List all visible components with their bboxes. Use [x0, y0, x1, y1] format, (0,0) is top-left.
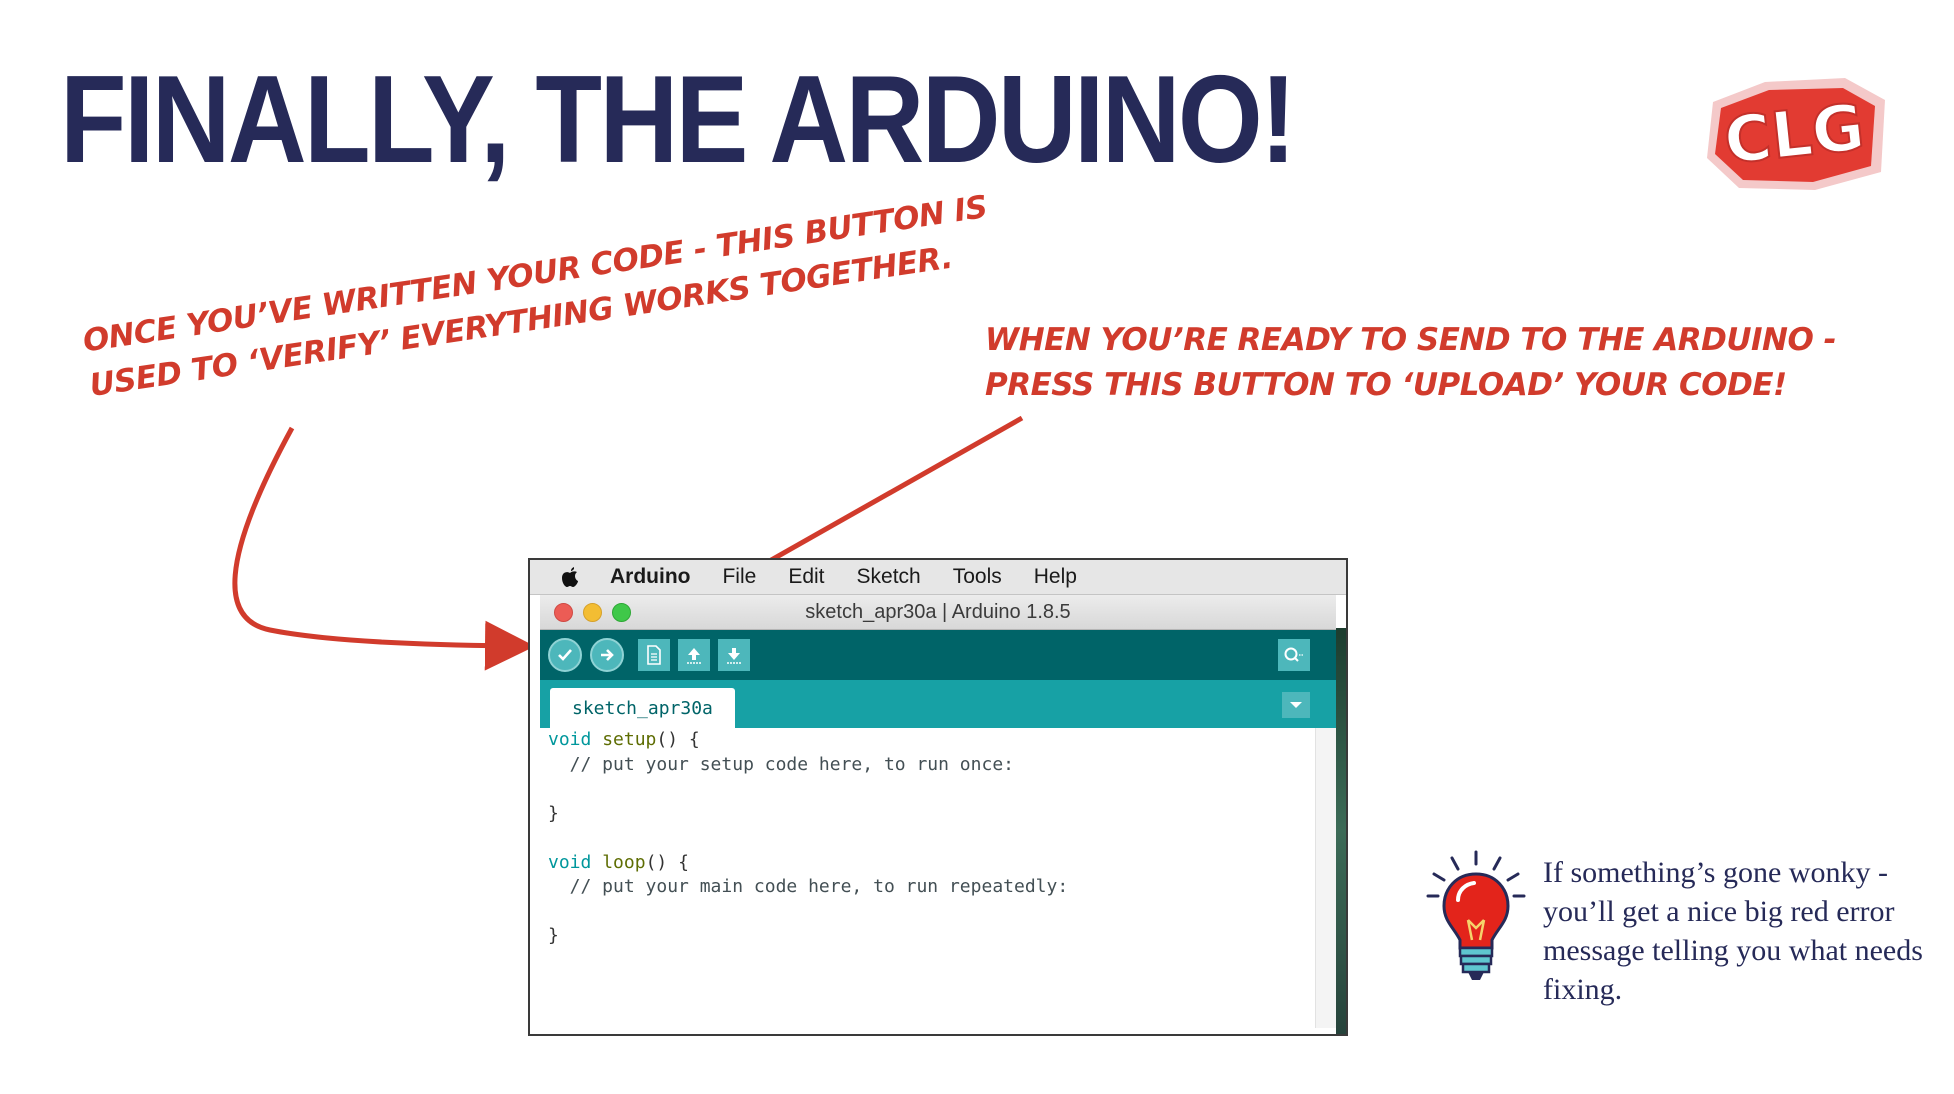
- checkmark-icon: [558, 649, 572, 661]
- mac-menubar: Arduino File Edit Sketch Tools Help: [530, 560, 1346, 595]
- code-line: void loop() {: [540, 851, 1336, 876]
- arrow-up-icon: [687, 648, 701, 664]
- menu-tools[interactable]: Tools: [953, 565, 1002, 589]
- save-button[interactable]: [718, 639, 750, 671]
- upload-button[interactable]: [590, 638, 624, 672]
- open-button[interactable]: [678, 639, 710, 671]
- lightbulb-icon: [1424, 848, 1528, 986]
- serial-monitor-button[interactable]: [1278, 639, 1310, 671]
- magnifier-icon: [1284, 647, 1304, 662]
- arrow-right-icon: [601, 649, 614, 661]
- tab-strip: sketch_apr30a: [540, 680, 1336, 728]
- code-line: void setup() {: [540, 728, 1336, 753]
- slide-title: FINALLY, THE ARDUINO!: [60, 51, 1296, 189]
- code-function: loop: [602, 851, 646, 873]
- menu-file[interactable]: File: [722, 565, 756, 589]
- code-text: () {: [656, 729, 700, 750]
- menu-sketch[interactable]: Sketch: [857, 565, 921, 589]
- code-line: // put your main code here, to run repea…: [548, 876, 1069, 897]
- ide-toolbar: [540, 630, 1336, 680]
- code-keyword: void: [548, 851, 592, 873]
- tab-sketch[interactable]: sketch_apr30a: [550, 688, 735, 728]
- verify-button[interactable]: [548, 638, 582, 672]
- code-editor[interactable]: void setup() { // put your setup code he…: [540, 728, 1336, 1028]
- verify-arrow: [232, 426, 535, 671]
- code-keyword: void: [548, 729, 592, 750]
- arrow-down-icon: [727, 648, 741, 664]
- window-title: sketch_apr30a | Arduino 1.8.5: [805, 600, 1071, 623]
- code-text: () {: [645, 851, 689, 873]
- code-line: // put your setup code here, to run once…: [548, 753, 1014, 775]
- tab-menu-button[interactable]: [1282, 692, 1310, 718]
- code-function: setup: [602, 729, 657, 750]
- code-line: }: [548, 925, 559, 946]
- arduino-ide-window: Arduino File Edit Sketch Tools Help sket…: [528, 558, 1348, 1036]
- window-edge-background: [1336, 628, 1346, 1034]
- apple-icon[interactable]: [560, 565, 582, 589]
- svg-text:CLG: CLG: [1721, 91, 1868, 179]
- upload-callout-line2: PRESS THIS BUTTON TO ‘UPLOAD’ YOUR CODE!: [985, 366, 1787, 403]
- tip-text: If something’s gone wonky - you’ll get a…: [1543, 856, 1923, 1006]
- editor-scrollbar[interactable]: [1315, 728, 1336, 1028]
- new-file-icon: [647, 645, 661, 665]
- clg-logo: CLG: [1695, 60, 1895, 200]
- chevron-down-icon: [1290, 702, 1302, 708]
- verify-callout: ONCE YOU’VE WRITTEN YOUR CODE - THIS BUT…: [80, 185, 997, 409]
- menu-app-name[interactable]: Arduino: [610, 565, 690, 589]
- upload-callout: WHEN YOU’RE READY TO SEND TO THE ARDUINO…: [985, 318, 1837, 408]
- upload-callout-line1: WHEN YOU’RE READY TO SEND TO THE ARDUINO…: [985, 322, 1837, 358]
- window-titlebar: sketch_apr30a | Arduino 1.8.5: [540, 595, 1336, 630]
- menu-edit[interactable]: Edit: [788, 565, 824, 589]
- new-button[interactable]: [638, 639, 670, 671]
- menu-help[interactable]: Help: [1034, 565, 1077, 589]
- code-line: }: [548, 802, 559, 824]
